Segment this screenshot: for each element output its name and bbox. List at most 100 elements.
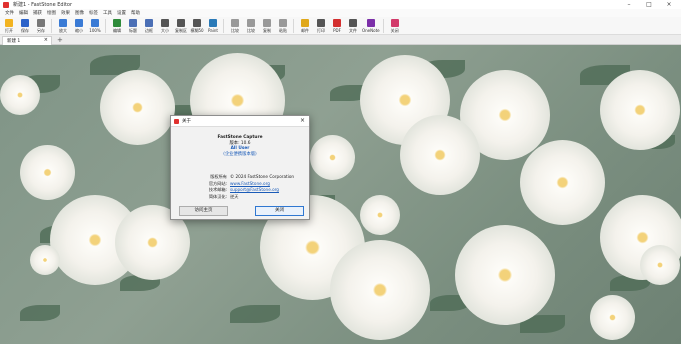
- toolbar-button-mail[interactable]: 邮件: [298, 17, 312, 34]
- toolbar-label: 文件: [349, 28, 357, 33]
- image-canvas[interactable]: [0, 45, 681, 344]
- paste-icon: [279, 19, 287, 27]
- toolbar-button-zoom-out[interactable]: 缩小: [72, 17, 86, 34]
- flower-shape: [600, 70, 680, 150]
- close-window-button[interactable]: ×: [659, 0, 679, 9]
- app-icon: [174, 118, 179, 124]
- menu-bar: 文件 编辑 捕获 绘图 效果 图像 标签 工具 设置 帮助: [0, 9, 681, 17]
- toolbar-label: 邮件: [301, 28, 309, 33]
- flower-shape: [455, 225, 555, 325]
- toolbar-label: 模糊50: [190, 28, 204, 33]
- compare-icon: [231, 19, 239, 27]
- toolbar-button-folder-open[interactable]: 打开: [2, 17, 16, 34]
- close-icon: [390, 19, 399, 27]
- toolbar-button-caption[interactable]: 标题: [126, 17, 140, 34]
- dialog-title-bar: 关于 ×: [171, 116, 309, 127]
- toolbar-button-pdf[interactable]: PDF: [330, 17, 344, 33]
- toolbar-button-save-as[interactable]: 另存: [34, 17, 48, 34]
- toolbar-button-copy-area[interactable]: 复制区: [174, 17, 188, 34]
- toolbar-label: 边框: [145, 28, 153, 33]
- onenote-icon: [366, 19, 375, 27]
- toolbar-button-compare[interactable]: 比较: [228, 17, 242, 34]
- toolbar-separator: [105, 19, 106, 33]
- tab-label: 新建 1: [7, 39, 21, 44]
- menu-effects[interactable]: 效果: [61, 10, 70, 16]
- chinese-row: 简体汉化: 逆天: [201, 194, 301, 201]
- toolbar-button-edit[interactable]: 编辑: [110, 17, 124, 34]
- close-dialog-button[interactable]: 关闭: [255, 206, 304, 216]
- menu-edit[interactable]: 编辑: [19, 10, 28, 16]
- toolbar-button-blur[interactable]: 模糊50: [190, 17, 204, 34]
- toolbar-label: 大小: [161, 28, 169, 33]
- dialog-close-icon[interactable]: ×: [300, 117, 305, 124]
- toolbar-label: 100%: [89, 28, 101, 33]
- menu-help[interactable]: 帮助: [131, 10, 140, 16]
- toolbar-button-paint[interactable]: Paint: [206, 17, 220, 33]
- menu-tabs[interactable]: 标签: [89, 10, 98, 16]
- menu-draw[interactable]: 绘图: [47, 10, 56, 16]
- save-icon: [21, 19, 29, 27]
- dialog-body: FastStone Capture 版本: 10.6 All User (企业便…: [171, 135, 309, 157]
- flower-shape: [330, 240, 430, 340]
- toolbar-button-close[interactable]: 关闭: [388, 17, 402, 34]
- toolbar-separator: [51, 19, 52, 33]
- flower-shape: [20, 145, 75, 200]
- toolbar-label: 关闭: [390, 28, 399, 33]
- toolbar-button-actual-size[interactable]: 100%: [88, 17, 102, 33]
- toolbar-separator: [223, 19, 224, 33]
- toolbar-button-border[interactable]: 边框: [142, 17, 156, 34]
- toolbar-button-onenote[interactable]: OneNote: [362, 17, 380, 33]
- toolbar-button-file[interactable]: 文件: [346, 17, 360, 34]
- leaf-shape: [230, 305, 280, 323]
- tab-new-1[interactable]: 新建 1 ×: [2, 36, 52, 45]
- flower-shape: [400, 115, 480, 195]
- minimize-button[interactable]: –: [619, 0, 639, 9]
- folder-open-icon: [5, 19, 13, 27]
- border-icon: [145, 19, 153, 27]
- menu-tools[interactable]: 工具: [103, 10, 112, 16]
- toolbar-label: 粘贴: [279, 28, 287, 33]
- caption-icon: [129, 19, 137, 27]
- flower-shape: [30, 245, 60, 275]
- save-as-icon: [37, 19, 45, 27]
- menu-capture[interactable]: 捕获: [33, 10, 42, 16]
- toolbar-label: 缩小: [75, 28, 83, 33]
- copy-icon: [263, 19, 271, 27]
- toolbar-button-paste[interactable]: 粘贴: [276, 17, 290, 34]
- mail-icon: [301, 19, 309, 27]
- toolbar-button-copy[interactable]: 复制: [260, 17, 274, 34]
- toolbar-separator: [293, 19, 294, 33]
- print-icon: [317, 19, 325, 27]
- visit-homepage-button[interactable]: 访问主页: [179, 206, 228, 216]
- toolbar-button-save[interactable]: 保存: [18, 17, 32, 34]
- menu-settings[interactable]: 设置: [117, 10, 126, 16]
- toolbar: 打开 保存 另存 放大 缩小 100% 编辑 标题 边框 大小 复制区 模糊50 Paint 比较 比较 复制…: [0, 17, 681, 35]
- maximize-button[interactable]: □: [639, 0, 659, 9]
- zoom-out-icon: [75, 19, 83, 27]
- tab-bar: 新建 1 × +: [0, 35, 681, 45]
- copy-area-icon: [177, 19, 185, 27]
- flower-shape: [0, 75, 40, 115]
- toolbar-label: 放大: [59, 28, 67, 33]
- flower-shape: [640, 245, 680, 285]
- toolbar-label: 标题: [129, 28, 137, 33]
- pdf-icon: [333, 19, 341, 27]
- window-controls: – □ ×: [619, 0, 679, 9]
- toolbar-button-resize[interactable]: 大小: [158, 17, 172, 34]
- toolbar-label: 复制区: [175, 28, 187, 33]
- toolbar-label: 编辑: [113, 28, 121, 33]
- menu-file[interactable]: 文件: [5, 10, 14, 16]
- add-tab-icon[interactable]: +: [57, 36, 63, 44]
- tab-close-icon[interactable]: ×: [44, 37, 48, 43]
- edit-icon: [113, 19, 121, 27]
- toolbar-button-cut[interactable]: 比较: [244, 17, 258, 34]
- cut-icon: [247, 19, 255, 27]
- toolbar-label: 比较: [231, 28, 239, 33]
- toolbar-button-print[interactable]: 打印: [314, 17, 328, 34]
- toolbar-button-zoom-in[interactable]: 放大: [56, 17, 70, 34]
- toolbar-label: OneNote: [362, 28, 380, 33]
- menu-image[interactable]: 图像: [75, 10, 84, 16]
- toolbar-label: Paint: [208, 28, 218, 33]
- actual-size-icon: [91, 19, 99, 27]
- toolbar-label: 保存: [21, 28, 29, 33]
